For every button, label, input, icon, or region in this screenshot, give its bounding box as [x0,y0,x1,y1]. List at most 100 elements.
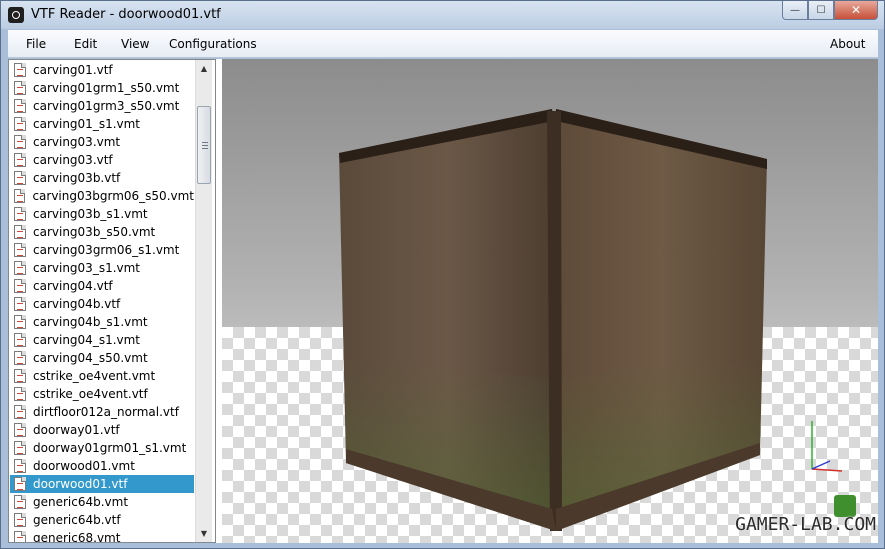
list-item-label: carving03.vmt [33,135,121,149]
list-item-label: carving01_s1.vmt [33,117,141,131]
axis-x-line [811,468,843,472]
file-icon [14,405,26,419]
file-list-scrollbar[interactable]: ▲ ▼ [195,60,212,542]
list-item[interactable]: carving03.vtf [10,151,194,169]
menu-about[interactable]: About [830,37,865,51]
list-item-label: cstrike_oe4vent.vtf [33,387,148,401]
list-item[interactable]: doorwood01.vtf [10,475,194,493]
file-icon [14,81,26,95]
list-item-label: doorway01grm01_s1.vmt [33,441,187,455]
window-title: VTF Reader - doorwood01.vtf [31,7,221,22]
list-item[interactable]: carving01grm3_s50.vmt [10,97,194,115]
list-item-label: carving03b.vtf [33,171,121,185]
list-item-label: carving04_s1.vmt [33,333,141,347]
list-item-label: dirtfloor012a_normal.vtf [33,405,179,419]
list-item-label: carving03_s1.vmt [33,261,141,275]
file-icon [14,207,26,221]
file-list[interactable]: generic68.vmt generic64b.vtf generic64b.vm… [8,59,216,543]
list-item[interactable]: carving03bgrm06_s50.vmt [10,187,194,205]
list-item-label: generic64b.vmt [33,495,129,509]
list-item[interactable]: carving03.vmt [10,133,194,151]
app-icon [8,7,24,23]
file-icon [14,315,26,329]
list-item-label: carving03grm06_s1.vmt [33,243,180,257]
list-item-label: generic68.vmt [33,531,121,543]
list-item[interactable]: dirtfloor012a_normal.vtf [10,403,194,421]
app-window: VTF Reader - doorwood01.vtf — ☐ ✕ File E… [0,0,885,549]
list-item-label: carving01.vtf [33,63,113,77]
axis-z-line [811,460,831,470]
file-icon [14,153,26,167]
list-item[interactable]: doorway01.vtf [10,421,194,439]
menu-file[interactable]: File [26,37,46,51]
file-icon [14,495,26,509]
file-icon [14,135,26,149]
file-icon [14,189,26,203]
list-item-label: cstrike_oe4vent.vmt [33,369,156,383]
list-item-label: carving01grm1_s50.vmt [33,81,180,95]
file-icon [14,441,26,455]
menu-bar: File Edit View Configurations About [8,30,878,58]
list-item-label: carving04.vtf [33,279,113,293]
scroll-up-arrow-icon[interactable]: ▲ [196,60,212,77]
scroll-down-arrow-icon[interactable]: ▼ [196,525,212,542]
list-item[interactable]: carving03b_s1.vmt [10,205,194,223]
list-item[interactable]: generic68.vmt [10,529,194,543]
file-icon [14,117,26,131]
minimize-button[interactable]: — [782,1,808,20]
list-item-label: doorway01.vtf [33,423,120,437]
list-item-label: carving03b_s50.vmt [33,225,156,239]
scrollbar-thumb[interactable] [197,106,211,184]
list-item[interactable]: cstrike_oe4vent.vmt [10,367,194,385]
title-bar[interactable]: VTF Reader - doorwood01.vtf — ☐ ✕ [1,1,884,29]
file-icon [14,261,26,275]
list-item-label: carving03b_s1.vmt [33,207,148,221]
grip-icon [202,142,208,149]
content-area: generic68.vmt generic64b.vtf generic64b.vm… [8,59,878,543]
file-icon [14,351,26,365]
list-item[interactable]: generic64b.vmt [10,493,194,511]
list-item[interactable]: carving03b_s50.vmt [10,223,194,241]
maximize-button[interactable]: ☐ [808,1,834,20]
list-item-label: carving01grm3_s50.vmt [33,99,180,113]
list-item[interactable]: doorway01grm01_s1.vmt [10,439,194,457]
list-item-label: doorwood01.vtf [33,477,128,491]
list-item-label: carving04_s50.vmt [33,351,148,365]
file-icon [14,171,26,185]
list-item[interactable]: generic64b.vtf [10,511,194,529]
file-icon [14,333,26,347]
list-item-label: carving03.vtf [33,153,113,167]
list-item[interactable]: carving04_s50.vmt [10,349,194,367]
file-icon [14,279,26,293]
menu-configurations[interactable]: Configurations [169,37,257,51]
list-item[interactable]: carving01.vtf [10,61,194,79]
menu-edit[interactable]: Edit [74,37,97,51]
file-icon [14,387,26,401]
list-item[interactable]: carving04_s1.vmt [10,331,194,349]
list-item[interactable]: carving03_s1.vmt [10,259,194,277]
menu-view[interactable]: View [121,37,149,51]
list-item[interactable]: carving04b.vtf [10,295,194,313]
list-item-label: doorwood01.vmt [33,459,135,473]
textured-cube [339,109,843,531]
list-item[interactable]: doorwood01.vmt [10,457,194,475]
texture-3d-viewport[interactable]: GAMER-LAB.COM [222,59,878,543]
list-item[interactable]: cstrike_oe4vent.vtf [10,385,194,403]
watermark-text: GAMER-LAB.COM [735,514,876,535]
list-item-label: carving04b.vtf [33,297,121,311]
list-item-label: generic64b.vtf [33,513,121,527]
file-icon [14,477,26,491]
list-item[interactable]: carving01grm1_s50.vmt [10,79,194,97]
file-icon [14,225,26,239]
file-icon [14,459,26,473]
list-item[interactable]: carving01_s1.vmt [10,115,194,133]
file-icon [14,297,26,311]
file-icon [14,369,26,383]
close-button[interactable]: ✕ [834,1,878,20]
list-item[interactable]: carving04b_s1.vmt [10,313,194,331]
file-icon [14,99,26,113]
list-item[interactable]: carving03grm06_s1.vmt [10,241,194,259]
list-item[interactable]: carving03b.vtf [10,169,194,187]
file-icon [14,531,26,542]
list-item[interactable]: carving04.vtf [10,277,194,295]
